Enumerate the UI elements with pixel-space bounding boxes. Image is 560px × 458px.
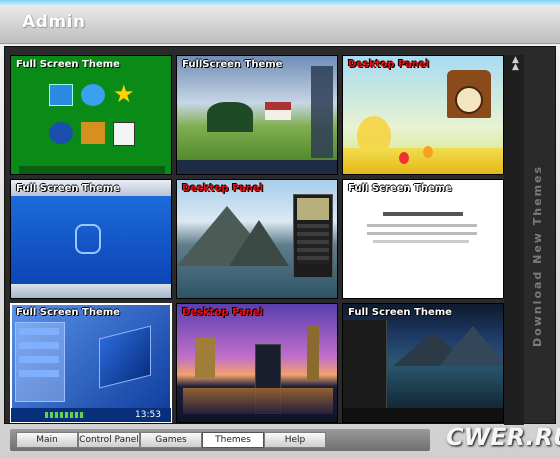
theme-caption: Full Screen Theme	[348, 307, 452, 318]
tab-games[interactable]: Games	[140, 432, 202, 448]
theme-tile[interactable]: Full Screen Theme	[342, 179, 504, 299]
themes-panel: ★ Full Screen Theme FullScreen Theme Des…	[4, 46, 556, 456]
window-title: Admin	[22, 12, 86, 32]
tab-bar: Main Control Panel Games Themes Help	[16, 432, 326, 448]
theme-tile[interactable]: 13:53 Full Screen Theme	[10, 303, 172, 423]
top-accent-stripe	[0, 0, 560, 6]
star-icon: ★	[113, 80, 135, 108]
theme-caption: Full Screen Theme	[16, 307, 120, 318]
theme-tile[interactable]: FullScreen Theme	[176, 55, 338, 175]
app-icon	[49, 84, 73, 106]
theme-caption: Desktop Panel	[182, 307, 264, 318]
browser-icon	[81, 84, 105, 106]
taskbar-clock: 13:53	[135, 410, 161, 420]
cards-icon	[113, 122, 135, 146]
theme-tile[interactable]: Full Screen Theme	[342, 303, 504, 423]
theme-caption: FullScreen Theme	[182, 59, 283, 70]
tab-themes[interactable]: Themes	[202, 432, 264, 448]
theme-tile[interactable]: ★ Full Screen Theme	[10, 55, 172, 175]
media-icon	[49, 122, 73, 144]
hand-logo-icon	[75, 224, 101, 254]
theme-caption: Full Screen Theme	[16, 59, 120, 70]
download-new-themes-link[interactable]: Download New Themes	[531, 165, 544, 347]
download-sidebar[interactable]	[504, 55, 524, 425]
game-icon	[81, 122, 105, 144]
theme-caption: Full Screen Theme	[16, 183, 120, 194]
tab-help[interactable]: Help	[264, 432, 326, 448]
theme-tile[interactable]: Desktop Panel	[176, 303, 338, 423]
watermark-logo: CWER.RU	[446, 423, 560, 451]
tab-main[interactable]: Main	[16, 432, 78, 448]
theme-caption: Desktop Panel	[182, 183, 264, 194]
tab-control-panel[interactable]: Control Panel	[78, 432, 140, 448]
theme-caption: Full Screen Theme	[348, 183, 452, 194]
theme-tile[interactable]: Full Screen Theme	[10, 179, 172, 299]
theme-grid: ★ Full Screen Theme FullScreen Theme Des…	[10, 55, 504, 425]
theme-tile[interactable]: Desktop Panel	[342, 55, 504, 175]
double-chevron-up-icon[interactable]: ▲ ▲	[512, 56, 519, 72]
theme-tile[interactable]: Desktop Panel	[176, 179, 338, 299]
admin-window: Admin ★ Full Screen Theme FullScreen The…	[0, 0, 560, 458]
theme-caption: Desktop Panel	[348, 59, 430, 70]
